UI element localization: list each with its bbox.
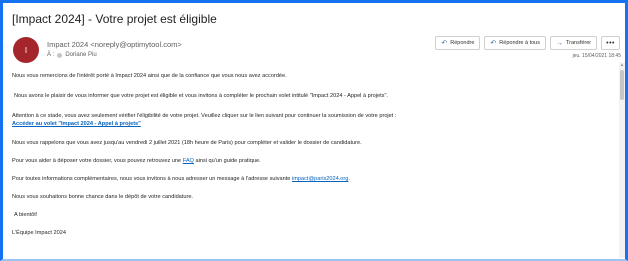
faq-link[interactable]: FAQ: [183, 158, 194, 164]
forward-arrow-icon: →: [555, 39, 563, 47]
email-address-link[interactable]: impact@paris2024.org: [292, 176, 348, 182]
text-span: Pour toutes informations complémentaires…: [12, 176, 292, 182]
signature: L'Équipe Impact 2024: [12, 230, 66, 236]
more-actions-button[interactable]: •••: [601, 36, 620, 50]
reply-all-button[interactable]: ↶ Répondre à tous: [484, 36, 546, 50]
forward-label: Transférer: [565, 40, 592, 46]
body-paragraph: Attention à ce stade, vous avez seulemen…: [12, 113, 397, 119]
body-paragraph: Pour toutes informations complémentaires…: [12, 176, 350, 183]
reply-all-label: Répondre à tous: [499, 40, 540, 46]
recipient-line: À : Doriane Piu: [47, 52, 97, 58]
body-paragraph: Nous vous rappelons que vous avez jusqu'…: [12, 140, 362, 146]
received-date: jeu. 15/04/2021 18:45: [572, 53, 621, 59]
text-span: .: [348, 176, 350, 182]
recipient-name[interactable]: Doriane Piu: [65, 52, 96, 58]
email-subject: [Impact 2024] - Votre projet est éligibl…: [12, 12, 217, 26]
forward-button[interactable]: → Transférer: [549, 36, 598, 50]
message-actions: ↶ Répondre ↶ Répondre à tous → Transfére…: [435, 36, 620, 50]
project-call-link[interactable]: Accéder au volet "Impact 2024 - Appel à …: [12, 121, 141, 128]
closing-line: A bientôt!: [14, 212, 38, 218]
reply-arrow-icon: ↶: [441, 39, 448, 47]
body-paragraph: Nous vous remercions de l'intérêt porté …: [12, 73, 287, 79]
scroll-up-icon[interactable]: ▲: [619, 62, 625, 68]
body-paragraph: Pour vous aider à déposer votre dossier,…: [12, 158, 261, 165]
sender-address[interactable]: Impact 2024 <noreply@optimytool.com>: [47, 40, 182, 49]
body-paragraph: Nous vous souhaitons bonne chance dans l…: [12, 194, 193, 200]
vertical-scrollbar[interactable]: ▲: [619, 62, 625, 258]
scrollbar-thumb[interactable]: [620, 70, 624, 100]
body-paragraph: Nous avons le plaisir de vous informer q…: [14, 93, 388, 99]
sender-avatar[interactable]: I: [13, 37, 39, 63]
reply-button[interactable]: ↶ Répondre: [435, 36, 481, 50]
text-span: Pour vous aider à déposer votre dossier,…: [12, 158, 183, 164]
text-span: ainsi qu'un guide pratique.: [193, 158, 261, 164]
presence-status-icon: [57, 52, 63, 58]
to-prefix: À :: [47, 52, 55, 58]
reply-all-icon: ↶: [490, 39, 497, 47]
reply-label: Répondre: [450, 40, 475, 46]
